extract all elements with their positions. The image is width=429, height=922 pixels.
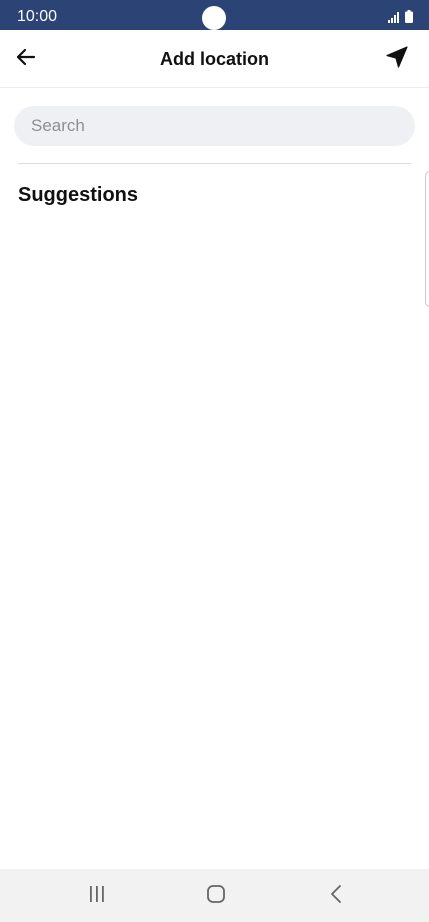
system-back-button[interactable]	[316, 883, 356, 909]
home-icon	[206, 884, 226, 909]
search-input[interactable]	[14, 106, 415, 146]
navigation-arrow-icon	[386, 45, 408, 73]
system-nav-bar	[0, 869, 429, 922]
divider	[18, 163, 411, 164]
current-location-button[interactable]	[383, 45, 411, 73]
recents-icon	[88, 885, 106, 908]
status-icons	[388, 9, 413, 23]
edge-panel-handle[interactable]	[425, 171, 429, 307]
recents-button[interactable]	[77, 883, 117, 909]
app-bar: Add location	[0, 30, 429, 88]
suggestions-heading: Suggestions	[18, 184, 139, 206]
camera-cutout	[202, 6, 226, 30]
page-title: Add location	[160, 49, 269, 69]
status-time: 10:00	[17, 8, 58, 25]
status-bar: 10:00	[0, 0, 429, 30]
battery-icon	[405, 10, 413, 23]
screen: 10:00 Add location Search Suggestions	[0, 0, 429, 922]
home-button[interactable]	[196, 883, 236, 909]
search-container	[14, 106, 415, 146]
signal-icon	[388, 12, 400, 23]
back-chevron-icon	[329, 884, 343, 909]
